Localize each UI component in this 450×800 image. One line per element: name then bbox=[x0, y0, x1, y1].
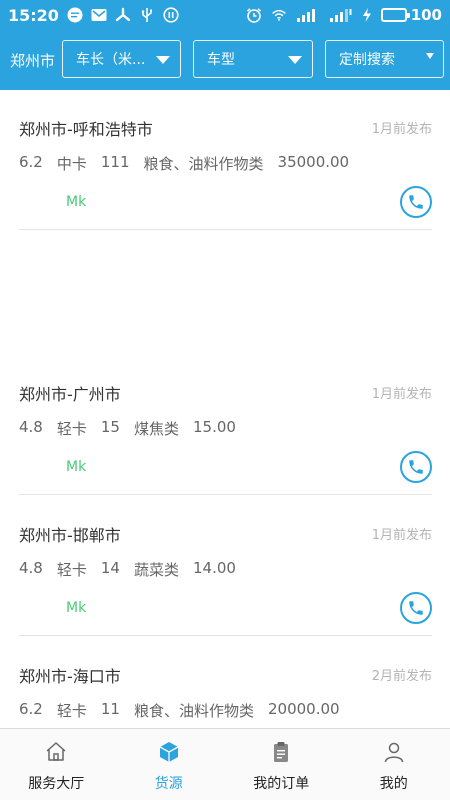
truck-type-label: 车型 bbox=[207, 52, 235, 68]
divider bbox=[19, 229, 432, 230]
bottom-nav: 服务大厅 货源 我的订单 我的 bbox=[0, 728, 450, 800]
posted-time: 1月前发布 bbox=[371, 122, 432, 137]
truck-size: 6.2 bbox=[19, 153, 43, 171]
cargo-details: 4.8 轻卡 14 蔬菜类 14.00 bbox=[19, 559, 236, 580]
route-title: 郑州市-呼和浩特市 bbox=[19, 120, 153, 139]
cargo-weight: 14 bbox=[100, 559, 120, 577]
city-selector[interactable]: 郑州市 bbox=[10, 50, 62, 71]
cargo-details: 4.8 轻卡 15 煤焦类 15.00 bbox=[19, 418, 236, 439]
cube-icon bbox=[156, 739, 182, 765]
cargo-weight: 111 bbox=[100, 153, 130, 171]
alarm-icon bbox=[246, 7, 262, 23]
chevron-down-icon bbox=[156, 56, 170, 64]
divider bbox=[19, 494, 432, 495]
posted-time: 1月前发布 bbox=[371, 528, 432, 543]
cargo-price: 35000.00 bbox=[277, 153, 350, 171]
nav-mine[interactable]: 我的 bbox=[338, 729, 450, 800]
cargo-price: 14.00 bbox=[192, 559, 236, 577]
phone-icon[interactable] bbox=[400, 592, 432, 624]
cargo-price: 20000.00 bbox=[267, 700, 340, 718]
charging-icon bbox=[362, 7, 372, 23]
cargo-weight: 15 bbox=[100, 418, 120, 436]
cargo-category: 蔬菜类 bbox=[133, 561, 179, 579]
signal-icon bbox=[296, 7, 320, 23]
pause-icon bbox=[163, 7, 179, 23]
chevron-down-icon bbox=[426, 53, 434, 59]
cargo-list[interactable]: 郑州市-呼和浩特市 1月前发布 6.2 中卡 111 粮食、油料作物类 3500… bbox=[0, 90, 450, 728]
nav-my-orders[interactable]: 我的订单 bbox=[225, 729, 338, 800]
home-icon bbox=[43, 739, 69, 765]
nav-label: 货源 bbox=[154, 776, 183, 792]
chat-icon bbox=[67, 7, 83, 23]
battery-icon: 100 bbox=[380, 6, 442, 24]
custom-search-dropdown[interactable]: 定制搜索 bbox=[325, 40, 444, 78]
cargo-details: 6.2 轻卡 11 粮食、油料作物类 20000.00 bbox=[19, 700, 340, 721]
truck-size: 6.2 bbox=[19, 700, 43, 718]
nav-label: 服务大厅 bbox=[28, 776, 85, 792]
mail-icon bbox=[91, 7, 107, 23]
clipboard-icon bbox=[268, 739, 294, 765]
nav-label: 我的 bbox=[379, 776, 408, 792]
nav-label: 我的订单 bbox=[253, 776, 310, 792]
signal-4g-icon bbox=[329, 7, 353, 23]
truck-type: 轻卡 bbox=[56, 420, 87, 438]
cargo-price: 15.00 bbox=[192, 418, 236, 436]
truck-size: 4.8 bbox=[19, 418, 43, 436]
chevron-down-icon bbox=[288, 56, 302, 64]
route-title: 郑州市-邯郸市 bbox=[19, 526, 121, 545]
nav-cargo-source[interactable]: 货源 bbox=[113, 729, 226, 800]
custom-search-label: 定制搜索 bbox=[339, 52, 395, 68]
cargo-details: 6.2 中卡 111 粮食、油料作物类 35000.00 bbox=[19, 153, 349, 174]
status-time: 15:20 bbox=[8, 5, 59, 25]
wifi-icon bbox=[271, 7, 287, 23]
battery-level: 100 bbox=[410, 6, 442, 24]
phone-icon[interactable] bbox=[400, 186, 432, 218]
cargo-weight: 11 bbox=[100, 700, 120, 718]
route-title: 郑州市-海口市 bbox=[19, 667, 121, 686]
list-item[interactable]: 郑州市-广州市 1月前发布 4.8 轻卡 15 煤焦类 15.00 Mk bbox=[0, 355, 450, 495]
usb-icon bbox=[139, 7, 155, 23]
phone-icon[interactable] bbox=[400, 451, 432, 483]
truck-length-label: 车长（米... bbox=[76, 52, 146, 68]
filter-bar: 郑州市 车长（米... 车型 定制搜索 bbox=[0, 30, 450, 90]
status-bar: 15:20 100 bbox=[0, 0, 450, 30]
truck-type: 中卡 bbox=[56, 155, 87, 173]
cargo-category: 粮食、油料作物类 bbox=[133, 702, 254, 720]
person-icon bbox=[381, 739, 407, 765]
truck-size: 4.8 bbox=[19, 559, 43, 577]
posted-time: 2月前发布 bbox=[371, 669, 432, 684]
truck-length-dropdown[interactable]: 车长（米... bbox=[62, 40, 181, 78]
publisher-name: Mk bbox=[66, 459, 87, 475]
cargo-category: 粮食、油料作物类 bbox=[143, 155, 264, 173]
posted-time: 1月前发布 bbox=[371, 387, 432, 402]
truck-type-dropdown[interactable]: 车型 bbox=[193, 40, 313, 78]
list-item[interactable]: 郑州市-邯郸市 1月前发布 4.8 轻卡 14 蔬菜类 14.00 Mk bbox=[0, 496, 450, 636]
list-item[interactable]: 郑州市-呼和浩特市 1月前发布 6.2 中卡 111 粮食、油料作物类 3500… bbox=[0, 90, 450, 230]
divider bbox=[19, 635, 432, 636]
truck-type: 轻卡 bbox=[56, 702, 87, 720]
route-title: 郑州市-广州市 bbox=[19, 385, 121, 404]
publisher-name: Mk bbox=[66, 600, 87, 616]
nav-service-hall[interactable]: 服务大厅 bbox=[0, 729, 113, 800]
list-item[interactable]: 郑州市-海口市 2月前发布 6.2 轻卡 11 粮食、油料作物类 20000.0… bbox=[0, 637, 450, 728]
share-icon bbox=[115, 7, 131, 23]
cargo-category: 煤焦类 bbox=[133, 420, 179, 438]
truck-type: 轻卡 bbox=[56, 561, 87, 579]
publisher-name: Mk bbox=[66, 194, 87, 210]
